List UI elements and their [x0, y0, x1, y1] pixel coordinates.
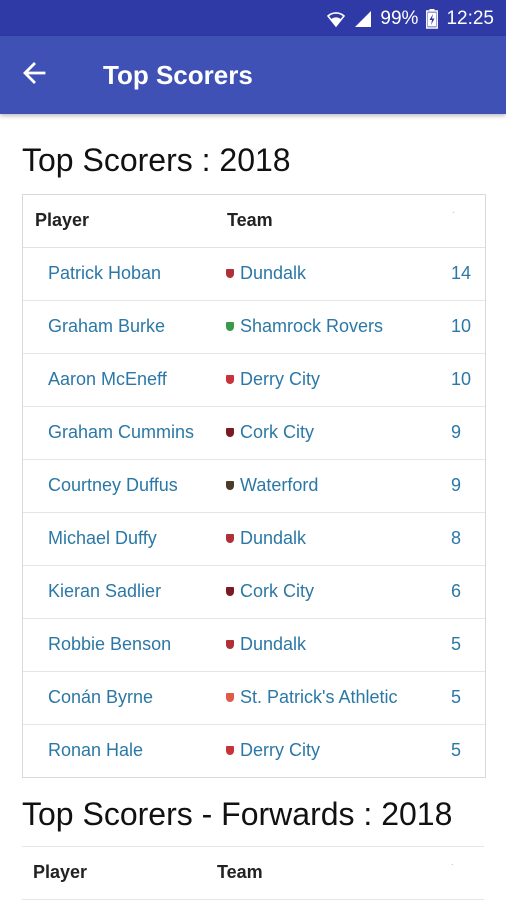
goals-count: 8 [451, 528, 462, 548]
player-name-link[interactable]: Graham Burke [48, 316, 165, 337]
table-header: Player Team · [23, 195, 485, 248]
team-name[interactable]: Dundalk [240, 634, 306, 655]
team-link[interactable]: Dundalk [226, 528, 306, 549]
table-row[interactable]: Robbie Benson Dundalk 5 [23, 619, 485, 672]
team-name[interactable]: Dundalk [240, 528, 306, 549]
table-row[interactable]: Graham Burke Shamrock Rovers 10 [23, 301, 485, 354]
team-name[interactable]: Dundalk [240, 263, 306, 284]
column-header-team[interactable]: Team [217, 862, 263, 883]
team-link[interactable]: St. Patrick's Athletic [226, 687, 398, 708]
column-header-goals[interactable]: · [451, 859, 454, 870]
clock: 12:25 [446, 8, 494, 29]
player-name-link[interactable]: Conán Byrne [48, 687, 153, 708]
column-header-player[interactable]: Player [35, 210, 89, 231]
column-header-player[interactable]: Player [33, 862, 87, 883]
status-bar: 99% 12:25 [0, 0, 506, 36]
team-link[interactable]: Shamrock Rovers [226, 316, 383, 337]
wifi-icon [326, 10, 346, 28]
player-name-link[interactable]: Robbie Benson [48, 634, 171, 655]
goals-count: 5 [451, 687, 462, 707]
team-crest-icon [226, 746, 234, 755]
back-button[interactable] [14, 58, 54, 92]
team-crest-icon [226, 587, 234, 596]
goals-count: 9 [451, 475, 462, 495]
scroll-content[interactable]: Top Scorers : 2018 Player Team · Patrick… [0, 114, 506, 900]
team-link[interactable]: Derry City [226, 740, 320, 761]
player-name-link[interactable]: Aaron McEneff [48, 369, 167, 390]
column-header-team[interactable]: Team [227, 210, 273, 231]
section-title-top-scorers-forwards: Top Scorers - Forwards : 2018 [22, 796, 453, 832]
player-name-link[interactable]: Courtney Duffus [48, 475, 178, 496]
player-name-link[interactable]: Graham Cummins [48, 422, 194, 443]
table-row[interactable]: Aaron McEneff Derry City 10 [23, 354, 485, 407]
team-name[interactable]: Cork City [240, 581, 314, 602]
team-name[interactable]: Derry City [240, 740, 320, 761]
team-name[interactable]: St. Patrick's Athletic [240, 687, 398, 708]
app-bar: Top Scorers [0, 36, 506, 114]
team-crest-icon [226, 375, 234, 384]
forwards-table-header: Player Team · [22, 846, 484, 900]
team-name[interactable]: Waterford [240, 475, 318, 496]
table-row[interactable]: Ronan Hale Derry City 5 [23, 725, 485, 777]
team-link[interactable]: Cork City [226, 581, 314, 602]
team-link[interactable]: Cork City [226, 422, 314, 443]
team-crest-icon [226, 693, 234, 702]
column-header-goals[interactable]: · [452, 207, 455, 218]
status-icons: 99% 12:25 [326, 6, 494, 32]
table-row[interactable]: Patrick Hoban Dundalk 14 [23, 248, 485, 301]
page-title: Top Scorers [103, 60, 253, 90]
goals-count: 10 [451, 369, 472, 389]
team-name[interactable]: Derry City [240, 369, 320, 390]
team-crest-icon [226, 640, 234, 649]
table-row[interactable]: Courtney Duffus Waterford 9 [23, 460, 485, 513]
player-name-link[interactable]: Patrick Hoban [48, 263, 161, 284]
player-name-link[interactable]: Ronan Hale [48, 740, 143, 761]
table-body: Patrick Hoban Dundalk 14 Graham Burke Shamro… [23, 248, 485, 777]
team-name[interactable]: Cork City [240, 422, 314, 443]
table-row[interactable]: Graham Cummins Cork City 9 [23, 407, 485, 460]
section-title-top-scorers: Top Scorers : 2018 [22, 142, 291, 178]
team-link[interactable]: Dundalk [226, 634, 306, 655]
table-row[interactable]: Kieran Sadlier Cork City 6 [23, 566, 485, 619]
goals-count: 9 [451, 422, 462, 442]
scorers-table: Player Team · Patrick Hoban Dundalk 14 Grah… [22, 194, 486, 778]
team-crest-icon [226, 269, 234, 278]
team-link[interactable]: Waterford [226, 475, 318, 496]
table-row[interactable]: Conán Byrne St. Patrick's Athletic 5 [23, 672, 485, 725]
goals-count: 5 [451, 740, 462, 760]
goals-count: 14 [451, 263, 472, 283]
goals-count: 10 [451, 316, 472, 336]
team-crest-icon [226, 322, 234, 331]
player-name-link[interactable]: Kieran Sadlier [48, 581, 161, 602]
arrow-back-icon [22, 61, 46, 89]
team-link[interactable]: Derry City [226, 369, 320, 390]
table-row[interactable]: Michael Duffy Dundalk 8 [23, 513, 485, 566]
team-crest-icon [226, 481, 234, 490]
team-link[interactable]: Dundalk [226, 263, 306, 284]
goals-count: 5 [451, 634, 462, 654]
signal-icon [354, 10, 372, 28]
goals-count: 6 [451, 581, 462, 601]
player-name-link[interactable]: Michael Duffy [48, 528, 157, 549]
battery-percent: 99% [380, 8, 419, 29]
team-crest-icon [226, 428, 234, 437]
team-crest-icon [226, 534, 234, 543]
battery-charging-icon [426, 9, 439, 29]
team-name[interactable]: Shamrock Rovers [240, 316, 383, 337]
